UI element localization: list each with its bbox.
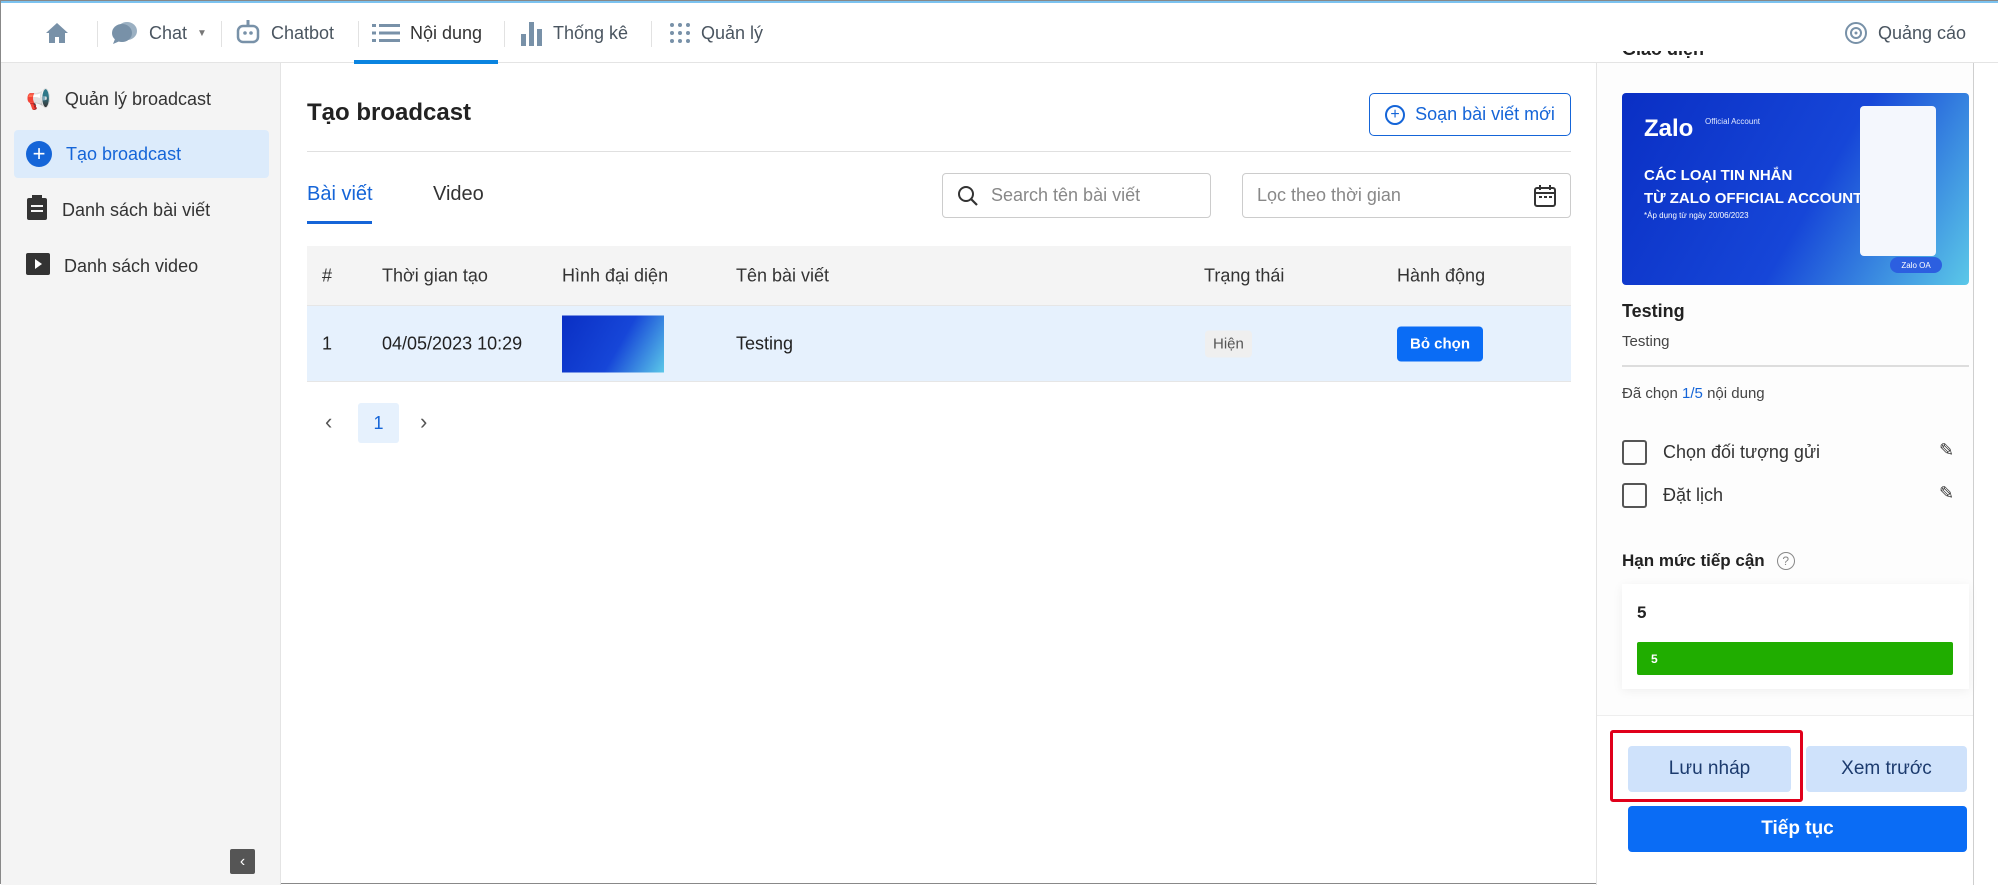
column-header: Thời gian tạo (382, 265, 488, 285)
play-icon (26, 252, 50, 280)
highlight-box (1610, 730, 1803, 802)
table-row: 1 04/05/2023 10:29 Testing Hiện Bỏ chọn (307, 306, 1571, 382)
robot-icon (235, 19, 261, 47)
post-thumbnail (562, 315, 664, 372)
nav-chatbot[interactable]: Chatbot (235, 3, 334, 63)
select-audience-checkbox[interactable] (1622, 440, 1647, 465)
post-title: Testing (1622, 301, 1685, 321)
column-header: Trạng thái (1204, 265, 1285, 285)
help-icon[interactable]: ? (1776, 552, 1795, 570)
calendar-icon (1534, 184, 1556, 207)
prev-page-button[interactable]: ‹ (325, 409, 332, 435)
column-header: # (322, 265, 333, 285)
clipboard-icon (26, 194, 48, 226)
active-nav-indicator (354, 60, 498, 64)
row-created: 04/05/2023 10:29 (382, 333, 523, 353)
page-title: Tạo broadcast (307, 99, 472, 126)
collapse-sidebar-button[interactable]: ‹ (230, 849, 255, 874)
quota-value: 5 (1637, 603, 1647, 622)
plus-circle-icon: + (1385, 104, 1406, 125)
nav-ads[interactable]: Quảng cáo (1844, 3, 1966, 63)
preview-button[interactable]: Xem trước (1806, 746, 1967, 792)
divider (307, 151, 1571, 152)
section-title: Giao diện (1622, 51, 1704, 63)
grid-icon (669, 22, 691, 44)
row-index: 1 (322, 333, 333, 353)
unselect-button[interactable]: Bỏ chọn (1397, 326, 1483, 361)
quota-label: Hạn mức tiếp cận? (1622, 551, 1795, 571)
sidebar-item-post-list[interactable]: Danh sách bài viết (14, 186, 269, 234)
nav-manage[interactable]: Quản lý (669, 3, 763, 63)
search-icon (958, 185, 978, 206)
scrollbar[interactable] (1973, 63, 1974, 885)
plus-circle-icon: + (26, 141, 52, 167)
tab-posts[interactable]: Bài viết (307, 183, 373, 206)
selected-count: Đã chọn 1/5 nội dung (1622, 385, 1765, 402)
chat-icon (111, 21, 139, 45)
megaphone-icon: 📢 (26, 88, 51, 111)
sidebar-item-manage-broadcast[interactable]: 📢 Quản lý broadcast (14, 75, 269, 123)
nav-chat[interactable]: Chat ▼ (111, 3, 207, 63)
column-header: Hành động (1397, 265, 1486, 285)
edit-audience-icon[interactable]: ✎ (1939, 440, 1954, 461)
column-header: Hình đại diện (562, 265, 669, 285)
date-filter-input[interactable]: Lọc theo thời gian (1242, 173, 1571, 218)
sidebar-item-create-broadcast[interactable]: + Tạo broadcast (14, 130, 269, 178)
chevron-left-icon: ‹ (239, 852, 246, 870)
next-page-button[interactable]: › (420, 409, 427, 435)
home-icon (45, 22, 69, 44)
new-post-button[interactable]: + Soạn bài viết mới (1369, 93, 1571, 136)
target-icon (1844, 21, 1868, 45)
post-description: Testing (1622, 333, 1670, 350)
table-header: # Thời gian tạo Hình đại diện Tên bài vi… (307, 246, 1571, 306)
status-badge: Hiện (1205, 330, 1252, 357)
nav-content[interactable]: Nội dung (372, 3, 482, 63)
banner-image: Zalo Official Account CÁC LOẠI TIN NHẮN … (1622, 93, 1969, 285)
sidebar-item-video-list[interactable]: Danh sách video (14, 242, 269, 290)
schedule-checkbox[interactable] (1622, 483, 1647, 508)
page-1-button[interactable]: 1 (358, 403, 399, 443)
column-header: Tên bài viết (736, 265, 830, 285)
tab-video[interactable]: Video (433, 183, 484, 206)
bar-chart-icon (521, 20, 543, 46)
search-input[interactable]: Search tên bài viết (942, 173, 1211, 218)
sidebar: 📢 Quản lý broadcast + Tạo broadcast Danh s… (1, 63, 281, 885)
nav-home[interactable] (45, 3, 69, 63)
active-tab-indicator (307, 221, 372, 224)
list-icon (372, 23, 400, 43)
row-name: Testing (736, 333, 794, 353)
continue-button[interactable]: Tiếp tục (1628, 806, 1967, 852)
quota-progress-bar: 5 (1637, 642, 1953, 675)
edit-schedule-icon[interactable]: ✎ (1939, 483, 1954, 504)
nav-stats[interactable]: Thống kê (521, 3, 628, 63)
caret-down-icon: ▼ (197, 27, 207, 39)
